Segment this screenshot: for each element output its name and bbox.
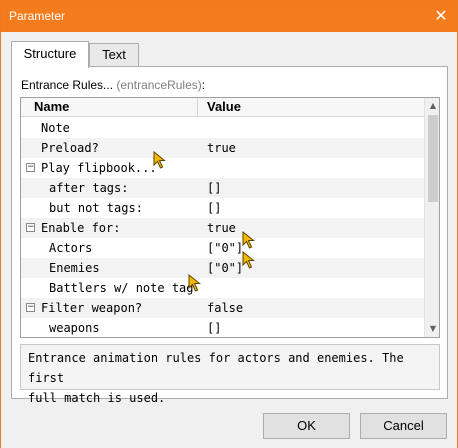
- grid-row-label: Preload?: [41, 141, 99, 155]
- grid-row-value[interactable]: []: [207, 178, 417, 198]
- grid-row-label: Enable for:: [41, 221, 121, 235]
- grid-row-label: Actors: [49, 241, 93, 255]
- grid-row-name: − Play flipbook...: [21, 158, 199, 178]
- grid-row-value[interactable]: [207, 278, 417, 298]
- grid-row-value[interactable]: true: [207, 138, 417, 158]
- scroll-up-icon[interactable]: ▲: [425, 98, 439, 114]
- column-header-value[interactable]: Value: [199, 98, 424, 117]
- field-label-colon: :: [201, 78, 206, 92]
- collapse-icon[interactable]: −: [26, 163, 35, 172]
- grid-row-label: weapons: [49, 321, 100, 335]
- tab-text[interactable]: Text: [89, 43, 139, 67]
- grid-row-label: Play flipbook...: [41, 161, 157, 175]
- grid-row[interactable]: weapons []: [21, 318, 424, 337]
- mouse-pointer-icon: [153, 151, 166, 169]
- structure-panel: Entrance Rules... (entranceRules): Name …: [11, 66, 448, 405]
- grid-row-value[interactable]: [207, 158, 417, 178]
- grid-row-name: − Filter weapon?: [21, 298, 199, 318]
- grid-row-value[interactable]: false: [207, 298, 417, 318]
- mouse-pointer-icon: [242, 231, 255, 249]
- scroll-down-icon[interactable]: ▼: [425, 321, 439, 337]
- grid-row[interactable]: but not tags: []: [21, 198, 424, 218]
- property-grid: Name Value Note Preload? true − Play flipboo…: [20, 97, 440, 338]
- grid-row[interactable]: Actors ["0"]: [21, 238, 424, 258]
- scroll-thumb[interactable]: [428, 115, 438, 202]
- field-label: Entrance Rules... (entranceRules):: [21, 78, 205, 92]
- grid-row[interactable]: Enemies ["0"]: [21, 258, 424, 278]
- grid-row-value[interactable]: ["0"]: [207, 258, 417, 278]
- dialog-body: Structure Text Entrance Rules... (entran…: [1, 32, 457, 448]
- collapse-icon[interactable]: −: [26, 223, 35, 232]
- collapse-icon[interactable]: −: [26, 303, 35, 312]
- grid-row-value[interactable]: []: [207, 198, 417, 218]
- grid-row[interactable]: − Filter weapon? false: [21, 298, 424, 318]
- mouse-pointer-icon: [242, 251, 255, 269]
- grid-row-name: but not tags:: [21, 198, 199, 218]
- grid-row-name: Battlers w/ note tag: [21, 278, 199, 298]
- grid-row-value[interactable]: [207, 118, 417, 138]
- grid-row[interactable]: after tags: []: [21, 178, 424, 198]
- grid-row-label: but not tags:: [49, 201, 143, 215]
- grid-row-value[interactable]: true: [207, 218, 417, 238]
- grid-row-label: Note: [41, 121, 70, 135]
- window-title: Parameter: [9, 9, 66, 23]
- grid-row-value[interactable]: ["0"]: [207, 238, 417, 258]
- grid-header: Name Value: [21, 98, 424, 117]
- field-label-text: Entrance Rules...: [21, 78, 114, 92]
- grid-row[interactable]: Preload? true: [21, 138, 424, 158]
- description-box: Entrance animation rules for actors and …: [20, 344, 440, 405]
- vertical-scrollbar[interactable]: ▲ ▼: [424, 98, 439, 337]
- grid-row-label: after tags:: [49, 181, 129, 195]
- mouse-pointer-icon: [188, 274, 201, 292]
- ok-button[interactable]: OK: [263, 413, 350, 439]
- field-key: (entranceRules): [116, 78, 202, 92]
- tab-structure[interactable]: Structure: [11, 41, 89, 68]
- grid-row[interactable]: − Play flipbook...: [21, 158, 424, 178]
- grid-row-name: Preload?: [21, 138, 199, 158]
- grid-row-label: Filter weapon?: [41, 301, 143, 315]
- grid-row[interactable]: Note: [21, 118, 424, 138]
- parameter-dialog: Parameter ✕ Structure Text Entrance Rule…: [0, 0, 458, 448]
- grid-row[interactable]: Battlers w/ note tag: [21, 278, 424, 298]
- grid-row-name: Enemies: [21, 258, 199, 278]
- grid-row-name: after tags:: [21, 178, 199, 198]
- column-header-name[interactable]: Name: [21, 98, 198, 117]
- grid-row-value[interactable]: []: [207, 318, 417, 337]
- grid-row-name: − Enable for:: [21, 218, 199, 238]
- cancel-button[interactable]: Cancel: [360, 413, 447, 439]
- close-icon[interactable]: ✕: [429, 5, 453, 27]
- grid-row-name: weapons: [21, 318, 199, 337]
- grid-row-name: Note: [21, 118, 199, 138]
- title-bar: Parameter ✕: [1, 1, 457, 32]
- grid-row-name: Actors: [21, 238, 199, 258]
- grid-row[interactable]: − Enable for: true: [21, 218, 424, 238]
- grid-rows: Note Preload? true − Play flipbook... after t…: [21, 118, 424, 337]
- grid-row-label: Enemies: [49, 261, 100, 275]
- grid-row-label: Battlers w/ note tag: [49, 281, 194, 295]
